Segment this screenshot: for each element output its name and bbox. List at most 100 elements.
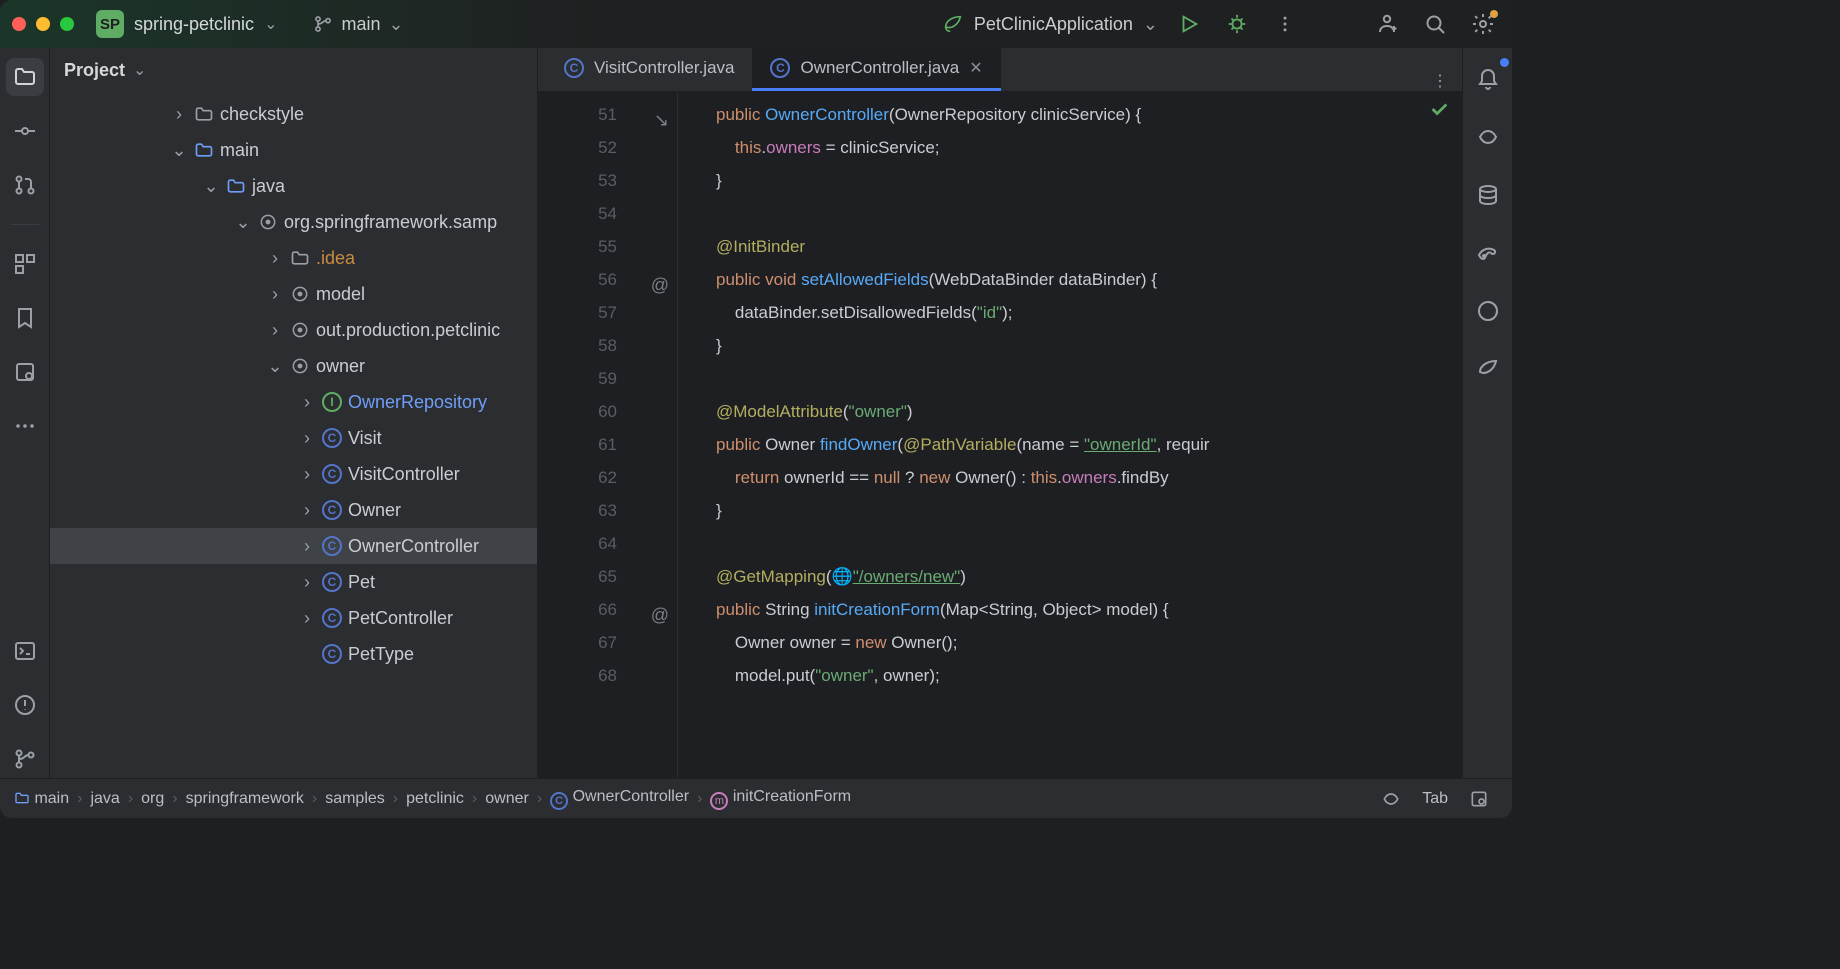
folder-src-icon	[194, 140, 214, 160]
tabs-more-button[interactable]: ⋮	[1418, 71, 1462, 91]
project-panel: Project ⌄ › checkstyle⌄ main⌄ java⌄	[50, 48, 538, 778]
chevron-icon: ⌄	[202, 176, 220, 197]
tree-row[interactable]: › C Visit	[50, 420, 537, 456]
project-name: spring-petclinic	[134, 14, 254, 35]
tree-row[interactable]: C PetType	[50, 636, 537, 672]
chevron-icon: ›	[298, 464, 316, 485]
class-icon: C	[322, 608, 342, 628]
database-panel-button[interactable]	[1469, 176, 1507, 214]
run-config-selector[interactable]: PetClinicApplication ⌄	[942, 13, 1158, 35]
chevron-down-icon: ⌄	[264, 14, 277, 34]
database-tool-button[interactable]	[6, 353, 44, 391]
project-tree[interactable]: › checkstyle⌄ main⌄ java⌄ org.springfram…	[50, 92, 537, 778]
ide-window: SP spring-petclinic ⌄ main ⌄ PetClinicAp…	[0, 0, 1512, 818]
spring-leaf-icon	[942, 13, 964, 35]
problems-tool-button[interactable]	[6, 686, 44, 724]
vcs-branch-selector[interactable]: main ⌄	[313, 14, 403, 35]
breadcrumb-item[interactable]: main	[14, 790, 69, 808]
tree-row[interactable]: › model	[50, 276, 537, 312]
structure-tool-button[interactable]	[6, 245, 44, 283]
notifications-button[interactable]	[1469, 60, 1507, 98]
breadcrumb-item[interactable]: java	[90, 790, 119, 808]
coverage-tool-button[interactable]	[1469, 292, 1507, 330]
tree-label: out.production.petclinic	[316, 320, 500, 341]
tree-row[interactable]: ⌄ org.springframework.samp	[50, 204, 537, 240]
project-tool-button[interactable]	[6, 58, 44, 96]
breadcrumbs[interactable]: main›java›org›springframework›samples›pe…	[14, 788, 851, 810]
class-icon: C	[564, 58, 584, 78]
chevron-icon: ›	[298, 428, 316, 449]
maximize-window[interactable]	[60, 17, 74, 31]
tree-row[interactable]: › C PetController	[50, 600, 537, 636]
debug-button[interactable]	[1220, 7, 1254, 41]
tree-row[interactable]: › I OwnerRepository	[50, 384, 537, 420]
tab-owner-controller[interactable]: C OwnerController.java ✕	[752, 47, 1000, 91]
package-icon	[290, 356, 310, 376]
breadcrumb-item[interactable]: m initCreationForm	[710, 788, 851, 810]
settings-button[interactable]	[1466, 7, 1500, 41]
spring-tool-button[interactable]	[1469, 350, 1507, 388]
interface-icon: I	[322, 392, 342, 412]
class-icon: C	[322, 536, 342, 556]
run-button[interactable]	[1172, 7, 1206, 41]
tree-row[interactable]: ⌄ main	[50, 132, 537, 168]
terminal-tool-button[interactable]	[6, 632, 44, 670]
tree-row[interactable]: › C Pet	[50, 564, 537, 600]
tree-row[interactable]: › .idea	[50, 240, 537, 276]
more-actions-button[interactable]	[1268, 7, 1302, 41]
breadcrumb-item[interactable]: C OwnerController	[550, 788, 689, 810]
tree-row[interactable]: › checkstyle	[50, 96, 537, 132]
package-icon	[290, 320, 310, 340]
tree-label: main	[220, 140, 259, 161]
gradle-tool-button[interactable]	[1469, 234, 1507, 272]
tree-row[interactable]: ⌄ owner	[50, 348, 537, 384]
chevron-down-icon: ⌄	[133, 60, 146, 80]
code-content[interactable]: public OwnerController(OwnerRepository c…	[678, 92, 1462, 778]
tree-label: .idea	[316, 248, 355, 269]
tree-label: checkstyle	[220, 104, 304, 125]
chevron-icon: ›	[266, 284, 284, 305]
more-tools-button[interactable]	[6, 407, 44, 445]
chevron-icon: ⌄	[170, 140, 188, 161]
close-tab-icon[interactable]: ✕	[969, 58, 982, 78]
analysis-ok-icon[interactable]	[1428, 98, 1450, 120]
breadcrumb-item[interactable]: springframework	[186, 790, 304, 808]
chevron-icon: ⌄	[234, 212, 252, 233]
bookmarks-tool-button[interactable]	[6, 299, 44, 337]
tree-row[interactable]: ⌄ java	[50, 168, 537, 204]
tab-visit-controller[interactable]: C VisitController.java	[546, 47, 752, 91]
tree-row[interactable]: › C VisitController	[50, 456, 537, 492]
editor-tabs: C VisitController.java C OwnerController…	[538, 48, 1462, 92]
search-button[interactable]	[1418, 7, 1452, 41]
chevron-icon: ›	[298, 536, 316, 557]
tree-label: org.springframework.samp	[284, 212, 497, 233]
breadcrumb-item[interactable]: petclinic	[406, 790, 464, 808]
tab-label: VisitController.java	[594, 58, 734, 78]
chevron-down-icon: ⌄	[1143, 14, 1158, 35]
project-selector[interactable]: SP spring-petclinic ⌄	[88, 8, 285, 40]
breadcrumb-item[interactable]: samples	[325, 790, 385, 808]
chevron-icon: ›	[266, 248, 284, 269]
vcs-tool-button[interactable]	[6, 740, 44, 778]
code-editor[interactable]: 51↘5253545556@57585960616263646566@6768 …	[538, 92, 1462, 778]
breadcrumb-item[interactable]: owner	[485, 790, 529, 808]
run-config-name: PetClinicApplication	[974, 14, 1133, 35]
status-ai-icon[interactable]	[1372, 780, 1410, 818]
code-with-me-button[interactable]	[1370, 7, 1404, 41]
branch-icon	[313, 14, 333, 34]
commit-tool-button[interactable]	[6, 112, 44, 150]
tree-label: OwnerRepository	[348, 392, 487, 413]
breadcrumb-item[interactable]: org	[141, 790, 164, 808]
status-settings-icon[interactable]	[1460, 780, 1498, 818]
close-window[interactable]	[12, 17, 26, 31]
tree-row[interactable]: › C OwnerController	[50, 528, 537, 564]
minimize-window[interactable]	[36, 17, 50, 31]
pull-requests-tool-button[interactable]	[6, 166, 44, 204]
ai-assistant-button[interactable]	[1469, 118, 1507, 156]
tree-row[interactable]: › C Owner	[50, 492, 537, 528]
project-panel-title: Project	[64, 60, 125, 81]
tree-row[interactable]: › out.production.petclinic	[50, 312, 537, 348]
gutter[interactable]: 51↘5253545556@57585960616263646566@6768	[538, 92, 678, 778]
tree-label: java	[252, 176, 285, 197]
project-panel-header[interactable]: Project ⌄	[50, 48, 537, 92]
